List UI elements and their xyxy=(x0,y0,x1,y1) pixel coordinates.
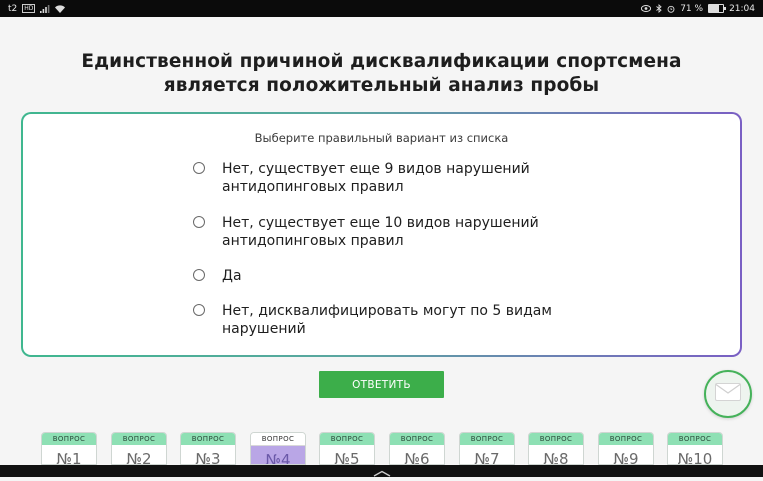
mail-icon xyxy=(715,383,741,405)
question-tab-label: ВОПРОС xyxy=(320,433,374,445)
eye-icon xyxy=(641,5,652,12)
alarm-icon xyxy=(667,5,675,13)
question-tab-number: №6 xyxy=(404,450,430,465)
option-2-text: Нет, существует еще 10 видов нарушений а… xyxy=(222,215,539,249)
chevron-up-icon[interactable] xyxy=(373,462,391,481)
signal-icon xyxy=(40,4,50,13)
question-tab-label: ВОПРОС xyxy=(529,433,583,445)
question-tab-label: ВОПРОС xyxy=(599,433,653,445)
question-tab-label: ВОПРОС xyxy=(251,433,305,446)
option-2[interactable]: Нет, существует еще 10 видов нарушений а… xyxy=(193,214,552,250)
status-bar-left: t2 HD xyxy=(8,3,66,14)
status-bar-right: 71 % 21:04 xyxy=(641,4,755,14)
option-1[interactable]: Нет, существует еще 9 видов нарушений ан… xyxy=(193,160,552,196)
question-tab-label: ВОПРОС xyxy=(390,433,444,445)
option-1-text: Нет, существует еще 9 видов нарушений ан… xyxy=(222,161,530,195)
question-tab-label: ВОПРОС xyxy=(112,433,166,445)
network-badge: HD xyxy=(22,4,36,13)
question-tab-label: ВОПРОС xyxy=(181,433,235,445)
status-time: 21:04 xyxy=(729,3,755,14)
question-tab-2[interactable]: ВОПРОС №2 xyxy=(111,432,167,465)
mail-button[interactable] xyxy=(704,370,752,418)
bluetooth-icon xyxy=(656,4,662,13)
wifi-icon xyxy=(55,4,66,13)
question-tab-number: №7 xyxy=(474,450,500,465)
answer-card: Выберите правильный вариант из списка Не… xyxy=(23,114,740,355)
option-4-radio[interactable] xyxy=(193,304,205,316)
question-tab-label: ВОПРОС xyxy=(460,433,514,445)
question-tab-7[interactable]: ВОПРОС №7 xyxy=(459,432,515,465)
status-bar: t2 HD 71 % 21:04 xyxy=(0,0,763,17)
carrier-label: t2 xyxy=(8,3,18,14)
question-tab-8[interactable]: ВОПРОС №8 xyxy=(528,432,584,465)
option-1-radio[interactable] xyxy=(193,162,205,174)
question-tab-number: №4 xyxy=(251,446,305,464)
option-3-radio[interactable] xyxy=(193,269,205,281)
navigation-bar xyxy=(0,465,763,477)
question-tab-6[interactable]: ВОПРОС №6 xyxy=(389,432,445,465)
question-tab-9[interactable]: ВОПРОС №9 xyxy=(598,432,654,465)
question-tab-label: ВОПРОС xyxy=(42,433,96,445)
question-tab-4[interactable]: ВОПРОС №4 xyxy=(250,432,306,465)
question-tab-number: №2 xyxy=(126,450,152,465)
answer-card-border: Выберите правильный вариант из списка Не… xyxy=(21,112,742,357)
question-tab-label: ВОПРОС xyxy=(668,433,722,445)
question-tab-number: №3 xyxy=(195,450,221,465)
question-tab-number: №10 xyxy=(677,450,713,465)
question-tab-10[interactable]: ВОПРОС №10 xyxy=(667,432,723,465)
question-tab-5[interactable]: ВОПРОС №5 xyxy=(319,432,375,465)
option-4-text: Нет, дисквалифицировать могут по 5 видам… xyxy=(222,303,552,337)
option-3-text: Да xyxy=(222,268,242,284)
question-title: Единственной причиной дисквалификации сп… xyxy=(81,51,682,96)
question-tab-number: №8 xyxy=(543,450,569,465)
question-tab-number: №9 xyxy=(613,450,639,465)
battery-percent: 71 % xyxy=(680,3,704,14)
option-4[interactable]: Нет, дисквалифицировать могут по 5 видам… xyxy=(193,302,552,338)
question-tab-1[interactable]: ВОПРОС №1 xyxy=(41,432,97,465)
question-tabs: ВОПРОС №1 ВОПРОС №2 ВОПРОС №3 ВОПРОС №4 ВОПРОС №5… xyxy=(0,432,763,465)
question-tab-number: №5 xyxy=(334,450,360,465)
question-tab-3[interactable]: ВОПРОС №3 xyxy=(180,432,236,465)
option-3[interactable]: Да xyxy=(193,267,552,285)
battery-icon xyxy=(708,4,727,13)
choose-hint: Выберите правильный вариант из списка xyxy=(254,131,509,145)
question-tab-number: №1 xyxy=(56,450,82,465)
option-2-radio[interactable] xyxy=(193,216,205,228)
answer-button[interactable]: ОТВЕТИТЬ xyxy=(319,371,444,398)
